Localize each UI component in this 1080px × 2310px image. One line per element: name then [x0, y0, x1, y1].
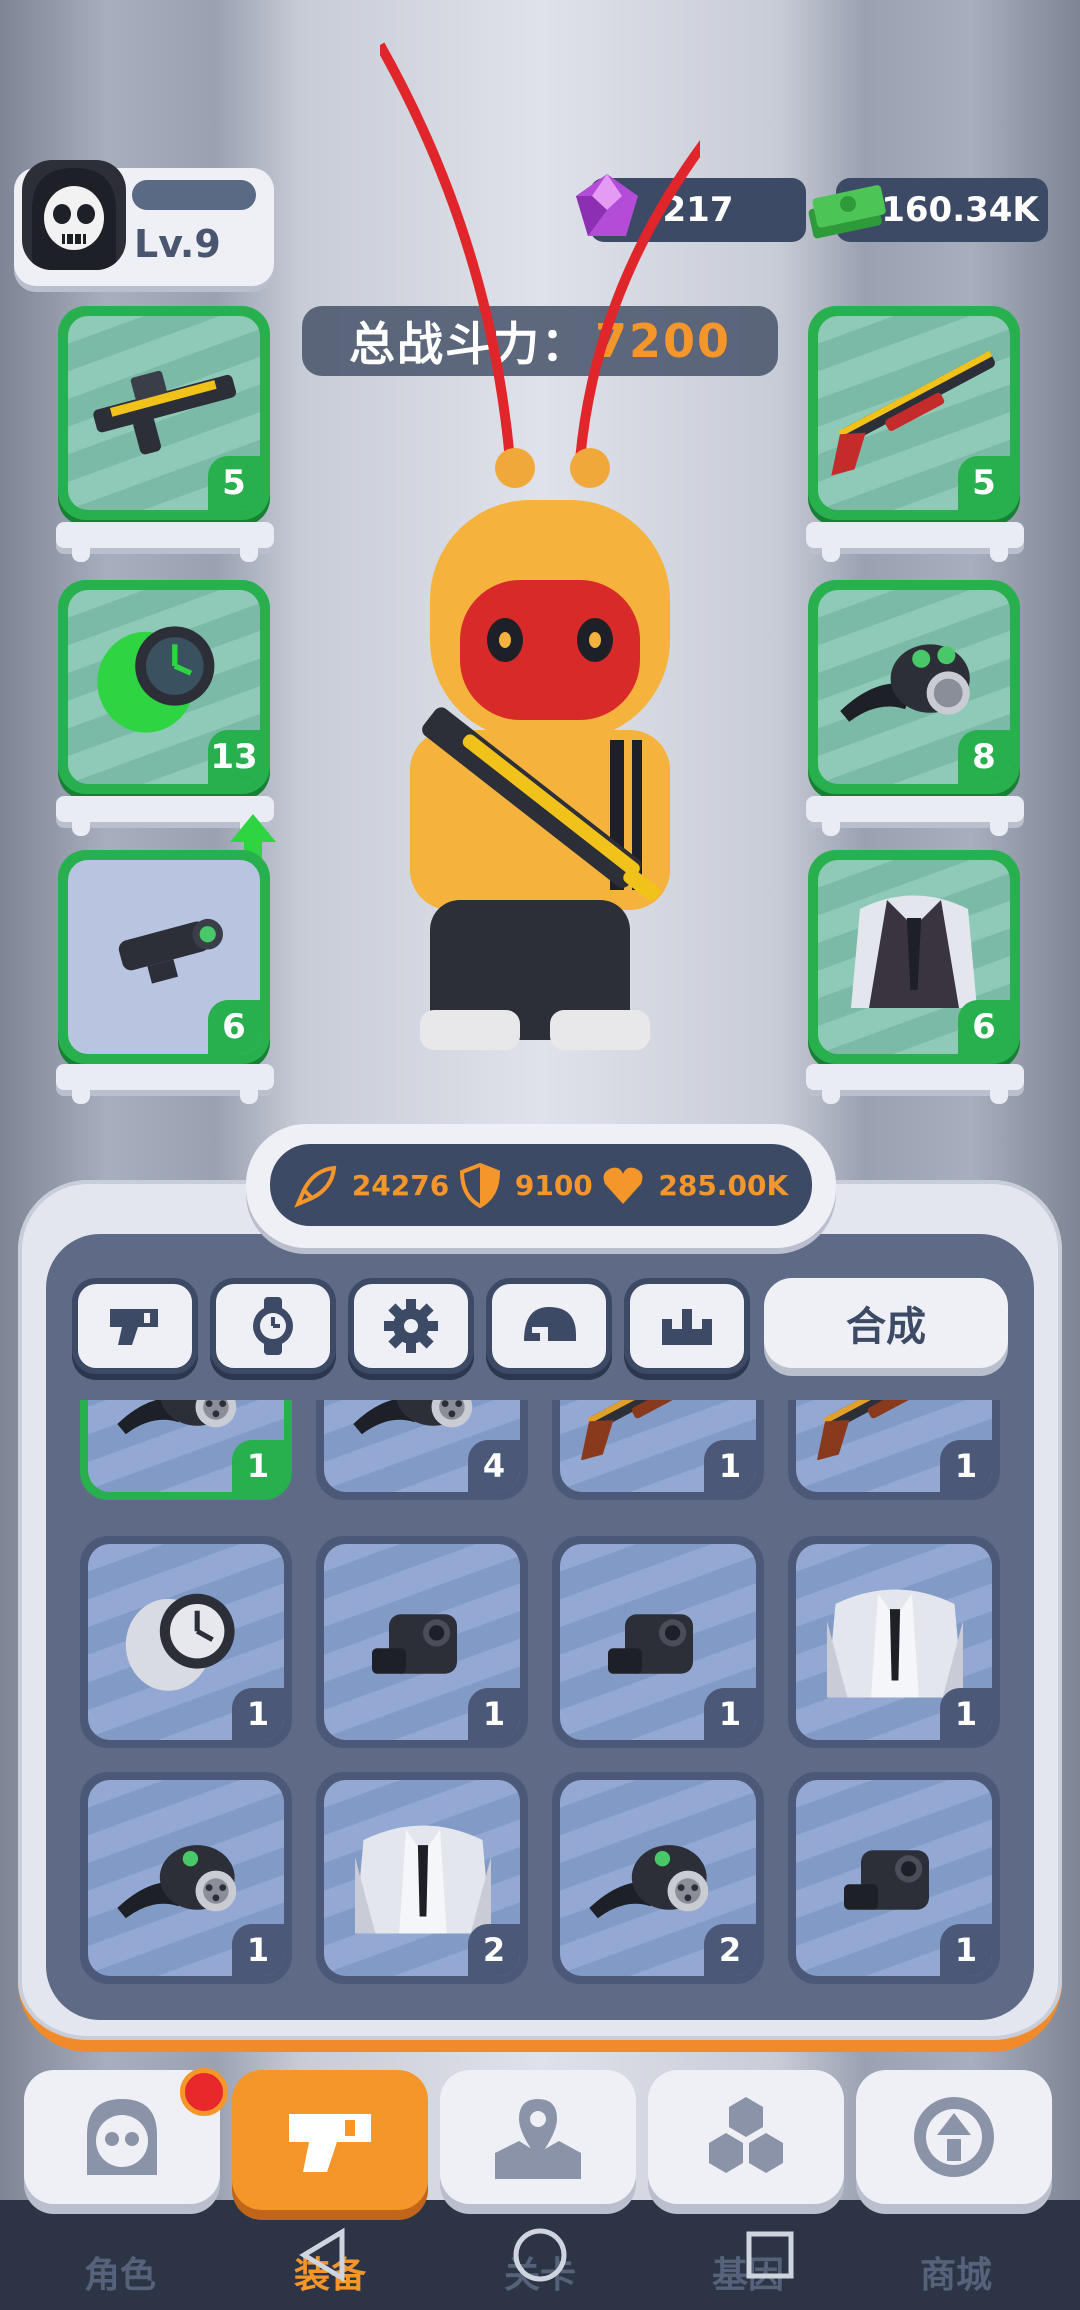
attack-value: 24276: [351, 1168, 450, 1202]
inventory-item[interactable]: 1: [552, 1400, 764, 1500]
gas-mask-icon: [840, 644, 970, 722]
item-count: 1: [468, 1688, 520, 1740]
inventory-item[interactable]: 1: [80, 1400, 292, 1500]
shelf: [806, 796, 1024, 836]
shotgun-icon: [831, 350, 995, 476]
home-icon[interactable]: [505, 2220, 575, 2290]
stats-bar: 24276 9100 285.00K: [270, 1144, 812, 1226]
item-count: 1: [704, 1440, 756, 1492]
rocket-icon: [294, 1165, 337, 1208]
nav-stages-button[interactable]: [440, 2070, 636, 2204]
item-count: 2: [704, 1924, 756, 1976]
level-label: Lv.9: [134, 222, 221, 266]
item-count: 1: [704, 1688, 756, 1740]
recents-icon[interactable]: [735, 2220, 805, 2290]
defense-value: 9100: [514, 1168, 593, 1202]
slot-count: 6: [208, 1000, 260, 1054]
inventory-grid[interactable]: 1 4 1 1 1 1 1 1 1 2 2 1: [70, 1400, 1010, 2000]
slot-count: 13: [208, 730, 260, 784]
cash-count: 160.34K: [881, 190, 1039, 230]
hexagons-icon: [709, 2097, 783, 2173]
shelf: [806, 522, 1024, 562]
tab-helmets[interactable]: [486, 1278, 612, 1374]
item-count: 2: [468, 1924, 520, 1976]
item-count: 1: [940, 1440, 992, 1492]
slot-count: 6: [958, 1000, 1010, 1054]
gun-icon: [110, 1309, 158, 1345]
item-count: 1: [232, 1924, 284, 1976]
map-pin-icon: [495, 2099, 581, 2179]
item-count: 1: [940, 1924, 992, 1976]
item-count: 1: [232, 1440, 284, 1492]
scope-icon: [372, 1614, 457, 1674]
heart-icon: [603, 1167, 643, 1204]
inventory-item[interactable]: 1: [80, 1536, 292, 1748]
shelf: [56, 522, 274, 562]
inventory-item[interactable]: 1: [552, 1536, 764, 1748]
nav-label-character: 角色: [83, 2255, 156, 2296]
scope-icon: [844, 1850, 929, 1910]
scope-icon: [608, 1614, 693, 1674]
gas-mask-icon: [117, 1845, 237, 1919]
helmet-icon: [524, 1307, 576, 1341]
shelf: [806, 1064, 1024, 1104]
skull-hood-icon[interactable]: [22, 160, 126, 270]
slot-count: 5: [958, 456, 1010, 510]
vest-icon: [827, 1589, 963, 1698]
watch-icon: [253, 1297, 293, 1355]
vest-icon: [355, 1825, 491, 1934]
watch-icon: [125, 1593, 235, 1691]
shield-icon: [459, 1162, 500, 1208]
nav-shop-button[interactable]: [856, 2070, 1052, 2204]
watch-icon: [97, 626, 215, 733]
equip-slot-secondary[interactable]: 5: [808, 306, 1020, 520]
inventory-item[interactable]: 2: [552, 1772, 764, 1984]
equip-slot-mask[interactable]: 8: [808, 580, 1020, 794]
inventory-item[interactable]: 1: [788, 1536, 1000, 1748]
notification-badge: [180, 2068, 228, 2116]
character-model: [380, 42, 700, 1050]
inventory-item[interactable]: 1: [788, 1772, 1000, 1984]
shelf: [56, 1064, 274, 1104]
tab-weapons[interactable]: [72, 1278, 198, 1374]
equip-slot-watch[interactable]: 13: [58, 580, 270, 794]
health-stat: 285.00K: [600, 1162, 788, 1208]
health-value: 285.00K: [658, 1168, 789, 1202]
inventory-item[interactable]: 1: [316, 1536, 528, 1748]
nav-equipment-button[interactable]: [232, 2070, 428, 2210]
gun-icon: [289, 2114, 371, 2172]
inventory-item[interactable]: 1: [788, 1400, 1000, 1500]
xp-bar: [132, 180, 256, 210]
item-count: 1: [232, 1688, 284, 1740]
tab-parts[interactable]: [348, 1278, 474, 1374]
back-icon[interactable]: [290, 2220, 360, 2290]
gas-mask-icon: [589, 1845, 709, 1919]
rifle-icon: [93, 370, 237, 455]
equip-slot-weapon[interactable]: 5: [58, 306, 270, 520]
scope-icon: [118, 918, 223, 984]
tab-armor[interactable]: [624, 1278, 750, 1374]
inventory-item[interactable]: 2: [316, 1772, 528, 1984]
cash-icon: [808, 185, 886, 239]
gear-icon: [384, 1299, 438, 1353]
vest-icon: [851, 895, 977, 1008]
inventory-item[interactable]: 4: [316, 1400, 528, 1500]
equip-slot-armor[interactable]: 6: [808, 850, 1020, 1064]
slot-count: 5: [208, 456, 260, 510]
inventory-item[interactable]: 1: [80, 1772, 292, 1984]
item-count: 4: [468, 1440, 520, 1492]
merge-button[interactable]: 合成: [764, 1278, 1008, 1368]
item-count: 1: [940, 1688, 992, 1740]
slot-count: 8: [958, 730, 1010, 784]
shop-icon: [914, 2097, 994, 2177]
nav-genes-button[interactable]: [648, 2070, 844, 2204]
equip-slot-scope[interactable]: 6: [58, 850, 270, 1064]
defense-stat: 9100: [457, 1162, 593, 1208]
skull-icon: [87, 2099, 157, 2175]
nav-label-shop: 商城: [919, 2255, 992, 2296]
attack-stat: 24276: [294, 1162, 449, 1208]
crown-icon: [662, 1309, 712, 1345]
tab-accessories[interactable]: [210, 1278, 336, 1374]
